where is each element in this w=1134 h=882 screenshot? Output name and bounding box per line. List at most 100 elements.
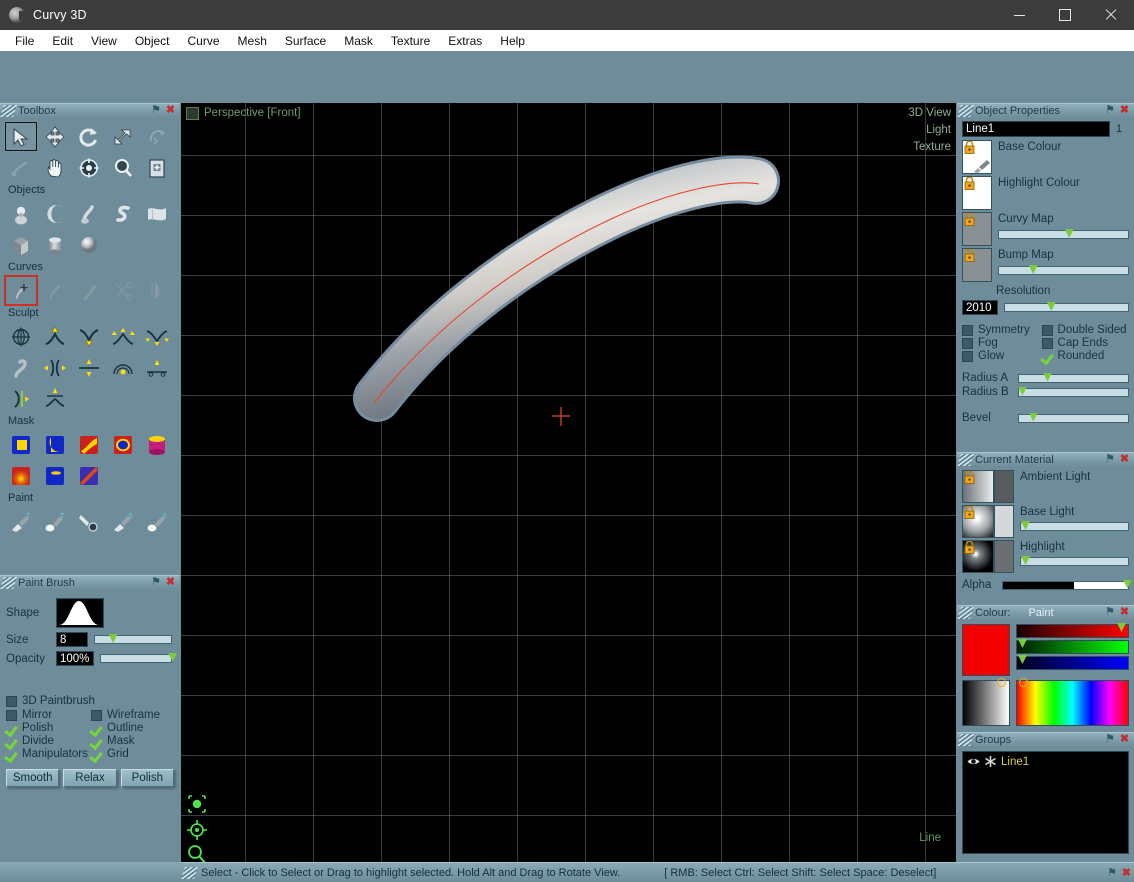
slider-thumb-icon[interactable] bbox=[1021, 556, 1030, 565]
minimize-button[interactable] bbox=[996, 0, 1042, 30]
base-light-slider[interactable] bbox=[1020, 521, 1129, 531]
viewport-zoom-gizmo-icon[interactable] bbox=[186, 843, 208, 862]
slider-thumb-icon[interactable] bbox=[1064, 229, 1074, 238]
slider-thumb-icon[interactable] bbox=[1021, 521, 1030, 530]
tool-mask-stripe[interactable] bbox=[72, 429, 106, 460]
brush-size-slider[interactable] bbox=[94, 634, 172, 644]
pin-icon[interactable]: ⚑ bbox=[150, 104, 162, 117]
checkbox-rounded[interactable]: Rounded bbox=[1042, 350, 1129, 362]
ambient-light-colour[interactable] bbox=[994, 470, 1014, 503]
red-channel-slider[interactable] bbox=[1016, 623, 1129, 638]
tool-mask-blob[interactable] bbox=[106, 429, 140, 460]
highlight-colour[interactable] bbox=[994, 540, 1014, 573]
pin-icon[interactable]: ⚑ bbox=[1107, 866, 1117, 879]
checkbox-grid[interactable]: Grid bbox=[91, 748, 171, 760]
sv-picker-icon[interactable] bbox=[997, 678, 1006, 687]
tool-sculpt-pinch[interactable] bbox=[140, 321, 174, 352]
tool-pan[interactable] bbox=[38, 152, 72, 183]
object-name-field[interactable]: Line1 bbox=[962, 121, 1110, 137]
bump-map-swatch[interactable] bbox=[962, 248, 992, 282]
ambient-light-preview[interactable] bbox=[962, 470, 994, 503]
highlight-slider[interactable] bbox=[1020, 556, 1129, 566]
close-icon[interactable]: ✖ bbox=[1118, 104, 1131, 117]
slider-thumb-icon[interactable] bbox=[1018, 655, 1027, 664]
tool-free-rotate[interactable] bbox=[140, 121, 174, 152]
panel-grip-icon[interactable] bbox=[181, 866, 198, 879]
brush-size-value[interactable]: 8 bbox=[56, 632, 88, 647]
lock-icon[interactable] bbox=[964, 249, 975, 262]
checkbox-cap-ends[interactable]: Cap Ends bbox=[1041, 337, 1129, 349]
tool-sculpt-valley[interactable] bbox=[72, 321, 106, 352]
menu-mask[interactable]: Mask bbox=[335, 32, 382, 50]
viewport-corner-box[interactable] bbox=[186, 107, 199, 120]
tool-select[interactable] bbox=[4, 121, 38, 152]
panel-grip-icon[interactable] bbox=[957, 734, 974, 746]
curvy-map-swatch[interactable] bbox=[962, 212, 992, 246]
checkbox-divide[interactable]: Divide bbox=[6, 735, 91, 747]
tool-orbit[interactable] bbox=[72, 152, 106, 183]
tool-mask-square[interactable] bbox=[4, 429, 38, 460]
bevel-slider[interactable] bbox=[1018, 412, 1129, 423]
lock-icon[interactable] bbox=[964, 541, 975, 554]
tool-sculpt-globe[interactable] bbox=[4, 321, 38, 352]
tool-lathe[interactable] bbox=[4, 152, 38, 183]
lock-icon[interactable] bbox=[964, 141, 975, 154]
slider-thumb-icon[interactable] bbox=[1018, 639, 1027, 648]
slider-thumb-icon[interactable] bbox=[108, 634, 118, 643]
tool-sculpt-smooth[interactable] bbox=[106, 352, 140, 383]
blue-channel-slider[interactable] bbox=[1016, 655, 1129, 670]
colour-panel-mode[interactable]: Paint bbox=[1028, 606, 1053, 620]
checkbox-3d-paintbrush[interactable]: 3D Paintbrush bbox=[6, 695, 174, 707]
highlight-preview[interactable] bbox=[962, 540, 994, 573]
close-icon[interactable]: ✖ bbox=[164, 104, 177, 117]
tool-object-crescent[interactable] bbox=[38, 198, 72, 229]
checkbox-mask[interactable]: Mask bbox=[91, 735, 171, 747]
tool-sculpt-spread[interactable] bbox=[106, 321, 140, 352]
tool-paint-dropper-s[interactable]: S bbox=[140, 506, 174, 537]
menu-view[interactable]: View bbox=[82, 32, 126, 50]
tool-zoom[interactable] bbox=[106, 152, 140, 183]
list-item[interactable]: Line1 bbox=[966, 755, 1125, 768]
tool-object-cube[interactable] bbox=[4, 229, 38, 260]
slider-thumb-icon[interactable] bbox=[168, 653, 178, 662]
groups-list[interactable]: Line1 bbox=[962, 751, 1129, 854]
hue-picker-icon[interactable] bbox=[1019, 678, 1028, 687]
tool-curve-cut[interactable] bbox=[106, 275, 140, 306]
pin-icon[interactable]: ⚑ bbox=[1104, 453, 1116, 466]
tool-mask-spot[interactable] bbox=[38, 460, 72, 491]
tool-sculpt-peak[interactable] bbox=[38, 321, 72, 352]
panel-grip-icon[interactable] bbox=[957, 454, 974, 466]
tool-rotate[interactable] bbox=[72, 121, 106, 152]
brush-opacity-value[interactable]: 100% bbox=[56, 651, 94, 666]
tool-object-blob[interactable] bbox=[4, 198, 38, 229]
checkbox-mirror[interactable]: Mirror bbox=[6, 709, 91, 721]
menu-help[interactable]: Help bbox=[491, 32, 534, 50]
tool-sculpt-flatten[interactable] bbox=[72, 352, 106, 383]
close-button[interactable] bbox=[1088, 0, 1134, 30]
relax-button[interactable]: Relax bbox=[63, 769, 117, 787]
viewport-mode-3dview[interactable]: 3D View bbox=[908, 107, 951, 119]
tool-sculpt-crease[interactable] bbox=[38, 383, 72, 414]
tool-object-swirl[interactable] bbox=[106, 198, 140, 229]
checkbox-glow[interactable]: Glow bbox=[962, 350, 1042, 362]
green-channel-slider[interactable] bbox=[1016, 639, 1129, 654]
slider-thumb-icon[interactable] bbox=[1042, 372, 1052, 382]
hue-box[interactable] bbox=[1016, 678, 1129, 726]
checkbox-wireframe[interactable]: Wireframe bbox=[91, 709, 171, 721]
checkbox-manipulators[interactable]: Manipulators bbox=[6, 748, 91, 760]
viewport-mode-light[interactable]: Light bbox=[926, 124, 951, 136]
smooth-button[interactable]: Smooth bbox=[6, 769, 60, 787]
tool-paint-brush-s[interactable]: S bbox=[106, 506, 140, 537]
pin-icon[interactable]: ⚑ bbox=[1104, 606, 1116, 619]
checkbox-fog[interactable]: Fog bbox=[962, 337, 1042, 349]
tool-curve-line[interactable] bbox=[72, 275, 106, 306]
polish-button[interactable]: Polish bbox=[120, 769, 174, 787]
panel-grip-icon[interactable] bbox=[0, 105, 17, 117]
panel-grip-icon[interactable] bbox=[0, 577, 17, 589]
viewport-mode-texture[interactable]: Texture bbox=[913, 141, 951, 153]
base-light-preview[interactable] bbox=[962, 505, 994, 538]
tool-object-sphere[interactable] bbox=[72, 229, 106, 260]
tool-mask-radial[interactable] bbox=[4, 460, 38, 491]
bump-map-slider[interactable] bbox=[998, 265, 1129, 275]
maximize-button[interactable] bbox=[1042, 0, 1088, 30]
